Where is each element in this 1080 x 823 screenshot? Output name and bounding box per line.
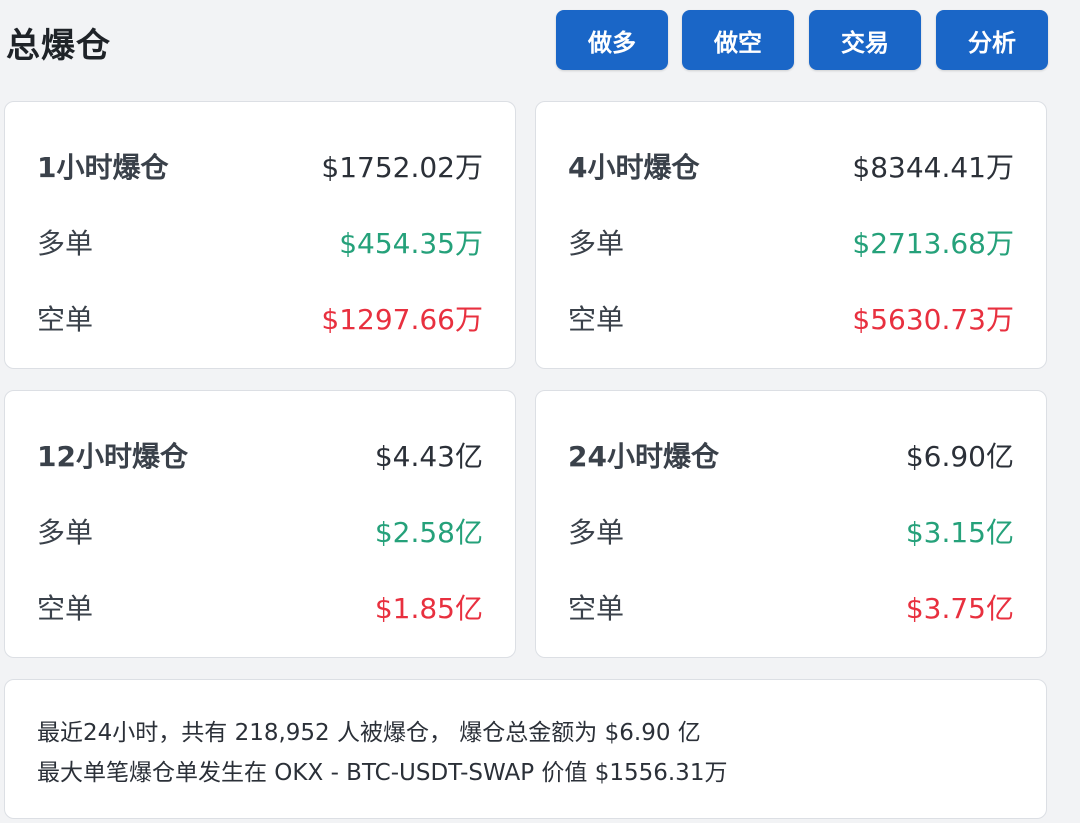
short-value: $3.75亿 [905,592,1014,625]
card-total-row: 1小时爆仓 $1752.02万 [37,146,483,186]
long-value: $2.58亿 [374,516,483,549]
go-long-button[interactable]: 做多 [556,10,668,70]
total-value: $1752.02万 [321,151,483,184]
total-value: $6.90亿 [905,440,1014,473]
card-total-row: 24小时爆仓 $6.90亿 [568,435,1014,475]
total-value: $8344.41万 [852,151,1014,184]
long-row: 多单 $3.15亿 [568,511,1014,551]
liquidation-card-1h: 1小时爆仓 $1752.02万 多单 $454.35万 空单 $1297.66万 [4,101,516,369]
long-value: $3.15亿 [905,516,1014,549]
card-title: 12小时爆仓 [37,440,188,473]
card-title: 24小时爆仓 [568,440,719,473]
short-value: $5630.73万 [852,303,1014,336]
long-label: 多单 [37,227,94,260]
short-row: 空单 $1297.66万 [37,298,483,338]
liquidation-page: 总爆仓 做多 做空 交易 分析 1小时爆仓 $1752.02万 多单 $454.… [0,0,1080,823]
long-label: 多单 [37,516,94,549]
analysis-button[interactable]: 分析 [936,10,1048,70]
long-label: 多单 [568,227,625,260]
short-row: 空单 $1.85亿 [37,587,483,627]
short-row: 空单 $5630.73万 [568,298,1014,338]
card-title: 1小时爆仓 [37,151,169,184]
page-title: 总爆仓 [6,26,111,66]
card-title: 4小时爆仓 [568,151,700,184]
short-label: 空单 [568,592,625,625]
short-row: 空单 $3.75亿 [568,587,1014,627]
summary-line-total: 最近24小时，共有 218,952 人被爆仓， 爆仓总金额为 $6.90 亿 [37,720,701,746]
short-value: $1.85亿 [374,592,483,625]
short-label: 空单 [568,303,625,336]
header: 总爆仓 做多 做空 交易 分析 [0,0,1080,82]
liquidation-card-4h: 4小时爆仓 $8344.41万 多单 $2713.68万 空单 $5630.73… [535,101,1047,369]
long-value: $454.35万 [339,227,483,260]
go-short-button[interactable]: 做空 [682,10,794,70]
liquidation-card-24h: 24小时爆仓 $6.90亿 多单 $3.15亿 空单 $3.75亿 [535,390,1047,658]
short-label: 空单 [37,303,94,336]
long-row: 多单 $454.35万 [37,222,483,262]
total-value: $4.43亿 [374,440,483,473]
card-total-row: 12小时爆仓 $4.43亿 [37,435,483,475]
long-row: 多单 $2713.68万 [568,222,1014,262]
summary-panel: 最近24小时，共有 218,952 人被爆仓， 爆仓总金额为 $6.90 亿 最… [4,679,1047,819]
long-row: 多单 $2.58亿 [37,511,483,551]
card-total-row: 4小时爆仓 $8344.41万 [568,146,1014,186]
short-label: 空单 [37,592,94,625]
short-value: $1297.66万 [321,303,483,336]
long-label: 多单 [568,516,625,549]
long-value: $2713.68万 [852,227,1014,260]
summary-line-largest: 最大单笔爆仓单发生在 OKX - BTC-USDT-SWAP 价值 $1556.… [37,760,728,786]
liquidation-card-12h: 12小时爆仓 $4.43亿 多单 $2.58亿 空单 $1.85亿 [4,390,516,658]
trade-button[interactable]: 交易 [809,10,921,70]
